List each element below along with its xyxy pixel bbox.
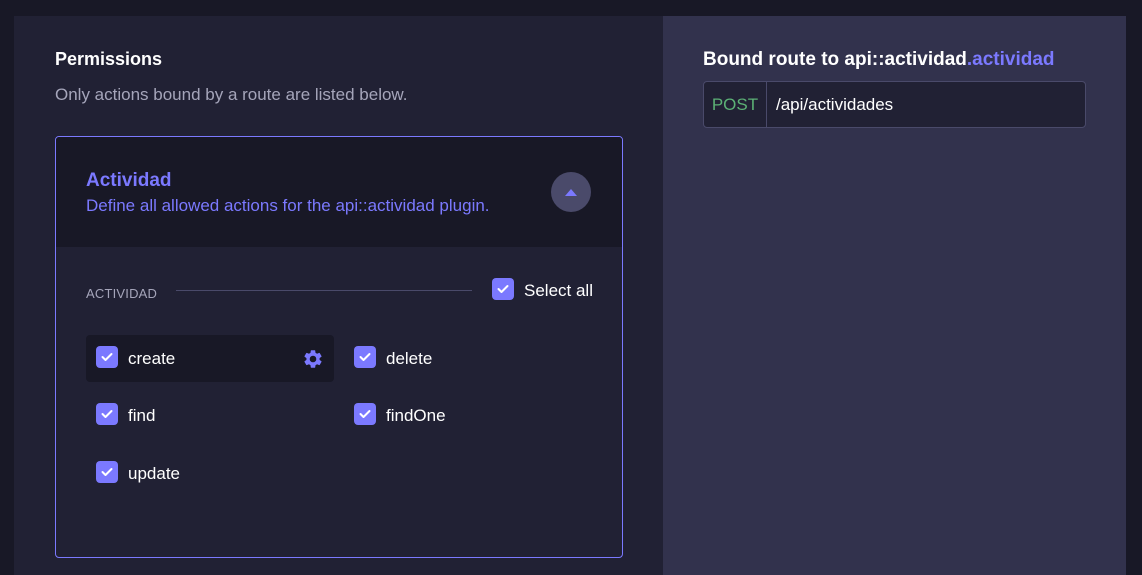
route-title-accent: .actividad: [966, 49, 1055, 70]
check-icon: [101, 353, 113, 361]
route-panel: Bound route to api::actividad.actividad …: [663, 16, 1126, 575]
permissions-title: Permissions: [55, 49, 163, 69]
select-all-checkbox[interactable]: [492, 278, 514, 300]
section-label: ACTIVIDAD: [86, 286, 158, 301]
findone-checkbox[interactable]: [354, 403, 376, 425]
check-icon: [101, 410, 113, 418]
permissions-panel: Permissions Only actions bound by a rout…: [14, 16, 663, 575]
delete-label: delete: [386, 349, 433, 368]
create-label: create: [128, 349, 176, 368]
route-path: /api/actividades: [776, 95, 894, 114]
card-header[interactable]: Actividad Define all allowed actions for…: [56, 137, 622, 247]
find-checkbox[interactable]: [96, 403, 118, 425]
section-divider: [176, 290, 472, 291]
findone-label: findOne: [386, 406, 446, 425]
route-box: POST /api/actividades: [703, 81, 1086, 128]
check-icon: [497, 285, 509, 293]
find-label: find: [128, 406, 156, 425]
action-create-row[interactable]: [86, 335, 334, 382]
route-title: Bound route to api::actividad.actividad: [703, 49, 1055, 71]
route-title-prefix: Bound route to api::actividad: [703, 49, 967, 70]
collapse-button[interactable]: [551, 172, 591, 212]
chevron-up-icon: [565, 189, 577, 196]
update-label: update: [128, 464, 180, 483]
card-title: Actividad: [86, 170, 172, 191]
actividad-card: Actividad Define all allowed actions for…: [55, 136, 623, 558]
update-checkbox[interactable]: [96, 461, 118, 483]
page: Permissions Only actions bound by a rout…: [0, 0, 1142, 575]
check-icon: [359, 353, 371, 361]
check-icon: [359, 410, 371, 418]
create-checkbox[interactable]: [96, 346, 118, 368]
gear-icon[interactable]: [302, 348, 324, 370]
card-description: Define all allowed actions for the api::…: [86, 196, 490, 215]
route-method-badge: POST: [704, 82, 767, 127]
select-all-label: Select all: [524, 281, 593, 300]
check-icon: [101, 468, 113, 476]
permissions-subtitle: Only actions bound by a route are listed…: [55, 85, 408, 104]
delete-checkbox[interactable]: [354, 346, 376, 368]
